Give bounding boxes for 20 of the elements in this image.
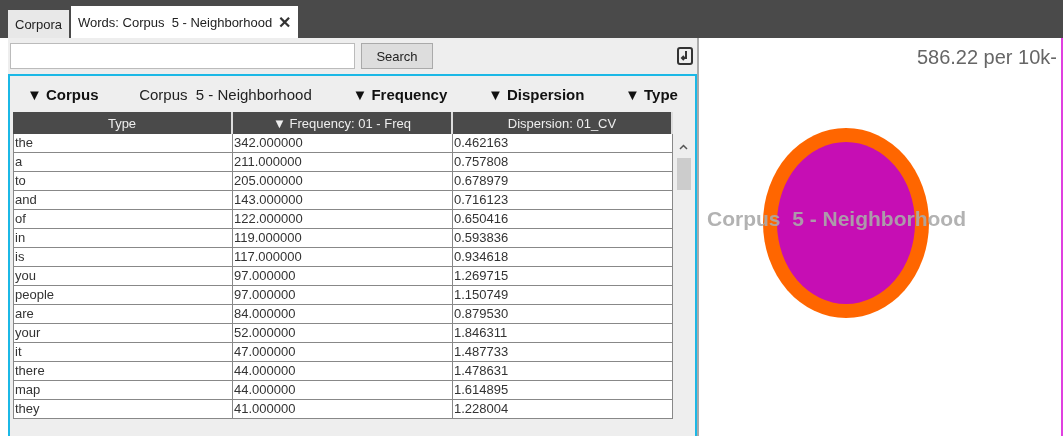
scale-label: 586.22 per 10k- <box>916 46 1057 69</box>
export-icon[interactable] <box>677 47 693 65</box>
column-header[interactable]: Dispersion: 01_CV <box>453 112 673 134</box>
filter-button[interactable]: ▼ Corpus <box>27 85 99 103</box>
filter-button[interactable]: ▼ Dispersion <box>487 85 585 103</box>
search-field[interactable] <box>10 43 355 69</box>
tab[interactable]: Corpora <box>8 10 69 38</box>
filter-value: Corpus 5 - Neighborhood <box>139 85 312 103</box>
column-header[interactable]: Type <box>13 112 233 134</box>
scroll-up-icon[interactable] <box>679 144 688 150</box>
table-cell: 1.228004 <box>453 400 673 419</box>
filter-button[interactable]: ▼ Type <box>625 85 678 103</box>
scrollbar-thumb[interactable] <box>676 158 691 190</box>
search-button[interactable]: Search <box>361 43 433 69</box>
close-icon[interactable]: ✕ <box>278 12 292 32</box>
tab[interactable]: Words: Corpus 5 - Neighborhood ✕ <box>70 6 299 38</box>
table-cell: 41.000000 <box>233 400 453 419</box>
filter-button[interactable]: ▼ Frequency <box>352 85 448 103</box>
table-cell: they <box>13 400 233 419</box>
column-header[interactable]: ▼ Frequency: 01 - Freq <box>233 112 453 134</box>
